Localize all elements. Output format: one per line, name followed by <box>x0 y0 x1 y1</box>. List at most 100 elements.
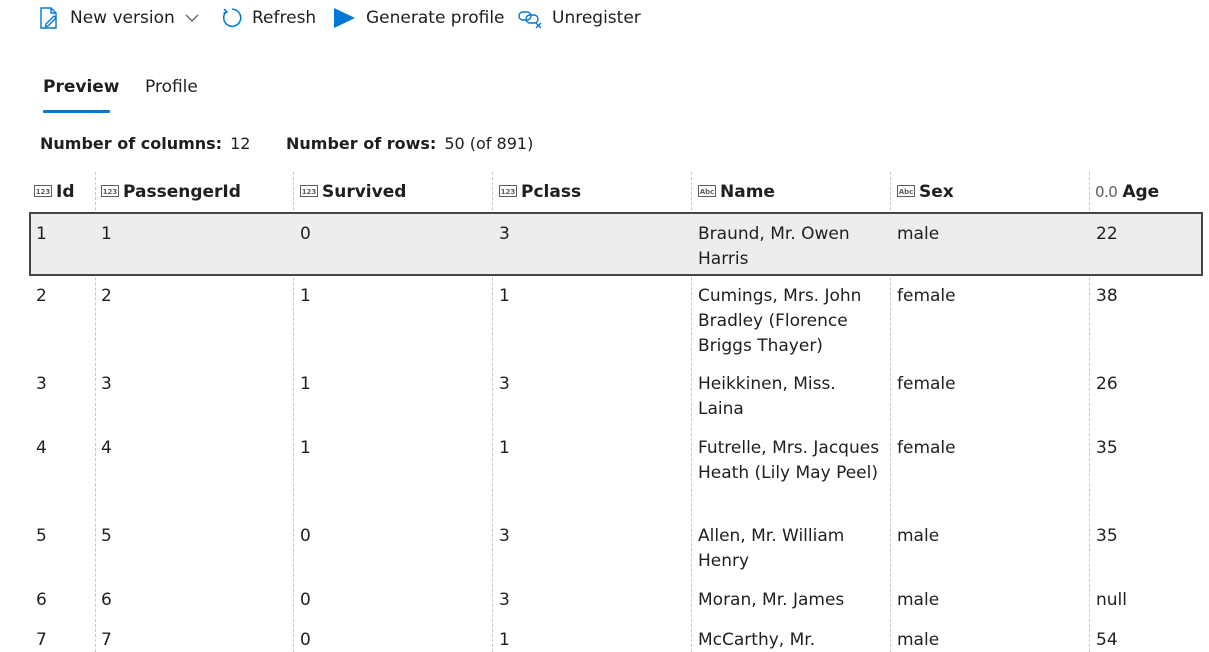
columns-count-value: 12 <box>230 134 251 153</box>
table-row[interactable]: 7 7 0 1 McCarthy, Mr. male 54 <box>0 618 1209 652</box>
svg-text:Abc: Abc <box>899 188 914 196</box>
cell-sex: female <box>897 286 956 306</box>
column-header-sex[interactable]: Abc Sex <box>897 172 954 212</box>
cell-id: 1 <box>36 224 47 244</box>
cell-name: Allen, Mr. William Henry <box>698 526 845 571</box>
cell-name: McCarthy, Mr. <box>698 630 816 650</box>
cell-passengerid: 7 <box>101 630 112 650</box>
string-type-icon: Abc <box>897 182 915 202</box>
cell-pclass: 1 <box>499 286 510 306</box>
tab-profile[interactable]: Profile <box>145 68 201 116</box>
cell-pclass: 1 <box>499 438 510 458</box>
cell-survived: 0 <box>300 526 311 546</box>
tab-preview[interactable]: Preview <box>43 68 120 116</box>
cell-id: 7 <box>36 630 47 650</box>
cell-id: 3 <box>36 374 47 394</box>
column-header-id[interactable]: 123 Id <box>34 172 75 212</box>
cell-survived: 0 <box>300 224 311 244</box>
column-header-name[interactable]: Abc Name <box>698 172 775 212</box>
rows-count-value: 50 (of 891) <box>444 134 534 153</box>
cell-age: 54 <box>1096 630 1118 650</box>
unregister-button[interactable]: Unregister <box>518 4 641 32</box>
numeric-type-icon: 123 <box>499 182 517 202</box>
cell-age: 38 <box>1096 286 1118 306</box>
cell-survived: 0 <box>300 630 311 650</box>
generate-profile-label: Generate profile <box>366 8 505 28</box>
column-header-pclass[interactable]: 123 Pclass <box>499 172 581 212</box>
cell-pclass: 3 <box>499 374 510 394</box>
cell-age: 26 <box>1096 374 1118 394</box>
new-version-button[interactable]: New version <box>38 4 199 32</box>
cell-sex: female <box>897 374 956 394</box>
table-row[interactable]: 1 1 0 3 Braund, Mr. Owen Harris male 22 <box>29 212 1203 276</box>
svg-text:Abc: Abc <box>700 188 715 196</box>
active-tab-indicator <box>43 110 110 113</box>
rows-count: Number of rows: 50 (of 891) <box>286 134 533 153</box>
cell-passengerid: 2 <box>101 286 112 306</box>
cell-passengerid: 4 <box>101 438 112 458</box>
refresh-button[interactable]: Refresh <box>220 4 316 32</box>
cell-survived: 1 <box>300 374 311 394</box>
numeric-type-icon: 123 <box>300 182 318 202</box>
cell-id: 2 <box>36 286 47 306</box>
chevron-down-icon[interactable] <box>185 13 199 23</box>
table-row[interactable]: 6 6 0 3 Moran, Mr. James male null <box>0 578 1209 618</box>
cell-survived: 1 <box>300 438 311 458</box>
string-type-icon: Abc <box>698 182 716 202</box>
tab-preview-label: Preview <box>43 77 120 97</box>
edit-icon <box>38 6 60 30</box>
svg-text:123: 123 <box>36 188 51 196</box>
cell-passengerid: 3 <box>101 374 112 394</box>
column-header-label: Pclass <box>521 182 582 202</box>
cell-name: Cumings, Mrs. John Bradley (Florence Bri… <box>698 286 862 356</box>
numeric-type-icon: 123 <box>101 182 119 202</box>
columns-count-label: Number of columns: <box>40 134 223 153</box>
table-row[interactable]: 4 4 1 1 Futrelle, Mrs. Jacques Heath (Lily M… <box>0 426 1209 514</box>
column-header-label: Age <box>1122 182 1160 202</box>
cell-passengerid: 6 <box>101 590 112 610</box>
unregister-label: Unregister <box>552 8 641 28</box>
table-row[interactable]: 5 5 0 3 Allen, Mr. William Henry male 35 <box>0 514 1209 578</box>
cell-pclass: 3 <box>499 526 510 546</box>
cell-age: 35 <box>1096 526 1118 546</box>
rows-count-label: Number of rows: <box>286 134 437 153</box>
cell-sex: male <box>897 224 940 244</box>
cell-sex: male <box>897 590 940 610</box>
svg-text:123: 123 <box>501 188 516 196</box>
cell-passengerid: 1 <box>101 224 112 244</box>
cell-id: 6 <box>36 590 47 610</box>
column-header-age[interactable]: 0.0 Age <box>1095 172 1159 212</box>
table-row[interactable]: 2 2 1 1 Cumings, Mrs. John Bradley (Florence… <box>0 274 1209 362</box>
cell-pclass: 3 <box>499 224 510 244</box>
tab-profile-label: Profile <box>145 77 198 97</box>
cell-passengerid: 5 <box>101 526 112 546</box>
table-row[interactable]: 3 3 1 3 Heikkinen, Miss. Laina female 26 <box>0 362 1209 426</box>
column-header-passengerid[interactable]: 123 PassengerId <box>101 172 241 212</box>
cell-sex: male <box>897 526 940 546</box>
generate-profile-button[interactable]: Generate profile <box>333 4 505 32</box>
cell-pclass: 1 <box>499 630 510 650</box>
column-header-label: Sex <box>919 182 954 202</box>
decimal-type-icon: 0.0 <box>1095 183 1118 201</box>
cell-name: Heikkinen, Miss. Laina <box>698 374 836 419</box>
refresh-label: Refresh <box>252 8 317 28</box>
cell-name: Futrelle, Mrs. Jacques Heath (Lily May P… <box>698 438 880 483</box>
column-header-label: Survived <box>322 182 407 202</box>
column-header-survived[interactable]: 123 Survived <box>300 172 406 212</box>
cell-id: 5 <box>36 526 47 546</box>
columns-count: Number of columns: 12 <box>40 134 250 153</box>
svg-text:123: 123 <box>302 188 317 196</box>
svg-text:123: 123 <box>103 188 118 196</box>
toolbar: New version Refresh Generate profile Unr <box>0 0 1209 36</box>
unlink-icon <box>518 6 544 30</box>
play-icon <box>333 6 356 30</box>
cell-survived: 0 <box>300 590 311 610</box>
cell-survived: 1 <box>300 286 311 306</box>
column-header-label: Name <box>720 182 775 202</box>
cell-id: 4 <box>36 438 47 458</box>
cell-age: 22 <box>1096 224 1118 244</box>
cell-sex: female <box>897 438 956 458</box>
cell-name: Braund, Mr. Owen Harris <box>698 224 850 269</box>
new-version-label: New version <box>70 8 175 28</box>
cell-age: null <box>1096 590 1127 610</box>
